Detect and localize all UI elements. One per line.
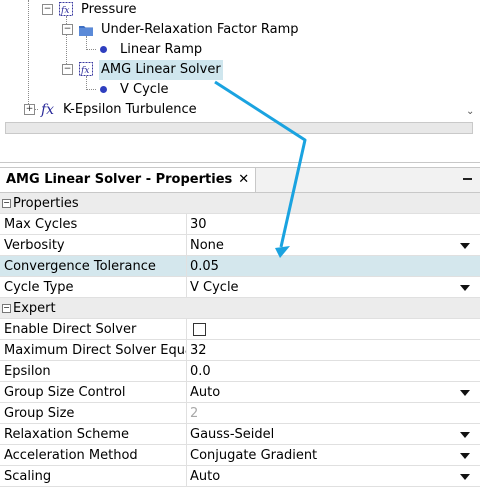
dropdown-arrow-icon[interactable]: [460, 285, 470, 291]
property-row-relaxation-scheme[interactable]: Relaxation Scheme Gauss-Seidel: [0, 424, 480, 445]
svg-text:fx: fx: [60, 6, 69, 16]
column-divider: [186, 319, 187, 340]
enable-direct-solver-checkbox[interactable]: [193, 323, 206, 336]
column-divider: [186, 256, 187, 277]
column-divider: [186, 466, 187, 487]
folder-icon: [79, 26, 93, 36]
column-divider: [186, 424, 187, 445]
tree-node-k-epsilon-turbulence[interactable]: + fx K-Epsilon Turbulence: [0, 100, 300, 120]
tree-node-label: V Cycle: [120, 82, 169, 97]
collapse-icon[interactable]: −: [42, 4, 53, 15]
property-row-enable-direct-solver[interactable]: Enable Direct Solver: [0, 319, 480, 340]
scrollbar-thumb[interactable]: [5, 122, 473, 134]
property-value-field: 2: [190, 406, 199, 421]
property-name: Verbosity: [4, 238, 65, 253]
property-value-select[interactable]: Auto: [190, 466, 220, 487]
dropdown-arrow-icon[interactable]: [460, 390, 470, 396]
close-icon[interactable]: ✕: [238, 172, 249, 187]
dropdown-arrow-icon[interactable]: [460, 453, 470, 459]
dropdown-arrow-icon[interactable]: [460, 474, 470, 480]
tree-content: − fx Pressure − Under-Relaxation Factor …: [0, 0, 462, 120]
minimize-icon[interactable]: [463, 178, 472, 180]
property-row-maximum-direct-solver-equations[interactable]: Maximum Direct Solver Equations32: [0, 340, 480, 361]
svg-text:fx: fx: [80, 66, 89, 76]
properties-tab-bar: AMG Linear Solver - Properties ✕: [0, 168, 480, 193]
tree-node-v-cycle[interactable]: V Cycle: [0, 80, 250, 100]
property-value-select[interactable]: Auto: [190, 382, 220, 403]
dropdown-arrow-icon[interactable]: [460, 432, 470, 438]
property-row-convergence-tolerance[interactable]: Convergence Tolerance 0.05: [0, 256, 480, 277]
property-row-verbosity[interactable]: Verbosity None: [0, 235, 480, 256]
bullet-icon: [100, 86, 107, 93]
property-name: Max Cycles: [4, 217, 78, 232]
property-row-max-cycles[interactable]: Max Cycles 30: [0, 214, 480, 235]
column-divider: [186, 235, 187, 256]
collapse-icon[interactable]: −: [62, 24, 73, 35]
collapse-icon[interactable]: −: [62, 64, 73, 75]
section-header-properties[interactable]: − Properties: [0, 193, 480, 214]
property-value-field[interactable]: 0.05: [190, 256, 219, 277]
property-row-group-size[interactable]: Group Size 2: [0, 403, 480, 424]
property-name: Cycle Type: [4, 280, 74, 295]
dropdown-arrow-icon[interactable]: [460, 243, 470, 249]
property-name: Scaling: [4, 469, 52, 484]
collapse-icon[interactable]: −: [2, 199, 11, 208]
tree-node-amg-linear-solver[interactable]: − fx AMG Linear Solver: [0, 60, 250, 80]
section-title: Properties: [13, 196, 79, 211]
property-value-select[interactable]: Gauss-Seidel: [190, 424, 274, 445]
property-row-epsilon[interactable]: Epsilon 0.0: [0, 361, 480, 382]
tree-vertical-scrollbar[interactable]: ⌄: [462, 0, 480, 120]
tree-horizontal-scrollbar[interactable]: [2, 120, 476, 134]
property-row-cycle-type[interactable]: Cycle Type V Cycle: [0, 277, 480, 298]
fx-icon: fx: [59, 2, 73, 16]
tree-node-label: Linear Ramp: [120, 42, 203, 57]
property-value-field[interactable]: 0.0: [190, 361, 211, 382]
section-title: Expert: [13, 301, 56, 316]
property-row-group-size-control[interactable]: Group Size Control Auto: [0, 382, 480, 403]
property-name: Enable Direct Solver: [4, 322, 137, 337]
property-name: Maximum Direct Solver Equations: [4, 343, 187, 358]
property-value-field[interactable]: 32: [190, 340, 207, 361]
property-value-select[interactable]: V Cycle: [190, 277, 239, 298]
tree-node-label: K-Epsilon Turbulence: [63, 102, 197, 117]
tree-node-under-relaxation-factor-ramp[interactable]: − Under-Relaxation Factor Ramp: [0, 20, 320, 40]
column-divider: [186, 277, 187, 298]
property-row-scaling[interactable]: Scaling Auto: [0, 466, 480, 487]
column-divider: [186, 214, 187, 235]
section-header-expert[interactable]: − Expert: [0, 298, 480, 319]
property-name: Convergence Tolerance: [4, 259, 156, 274]
property-value-select[interactable]: None: [190, 235, 224, 256]
column-divider: [186, 382, 187, 403]
bullet-icon: [100, 46, 107, 53]
tree-node-pressure[interactable]: − fx Pressure: [0, 0, 300, 20]
property-name: Acceleration Method: [4, 448, 138, 463]
property-name: Relaxation Scheme: [4, 427, 130, 442]
column-divider: [186, 403, 187, 424]
tree-node-label-selected: AMG Linear Solver: [99, 60, 223, 80]
tree-node-label: Under-Relaxation Factor Ramp: [101, 22, 299, 37]
column-divider: [186, 361, 187, 382]
property-name: Epsilon: [4, 364, 51, 379]
simulation-tree-panel: − fx Pressure − Under-Relaxation Factor …: [0, 0, 480, 163]
property-row-acceleration-method[interactable]: Acceleration Method Conjugate Gradient: [0, 445, 480, 466]
column-divider: [186, 445, 187, 466]
property-value-select[interactable]: Conjugate Gradient: [190, 445, 317, 466]
scroll-down-icon[interactable]: ⌄: [466, 106, 474, 117]
column-divider: [186, 340, 187, 361]
property-name: Group Size Control: [4, 385, 126, 400]
collapse-icon[interactable]: −: [2, 304, 11, 313]
tree-node-linear-ramp[interactable]: Linear Ramp: [0, 40, 250, 60]
tab-label: AMG Linear Solver - Properties: [6, 172, 233, 187]
expand-icon[interactable]: +: [24, 104, 35, 115]
properties-view: AMG Linear Solver - Properties ✕ − Propert…: [0, 167, 480, 495]
tab-amg-linear-solver-properties[interactable]: AMG Linear Solver - Properties ✕: [0, 168, 257, 192]
tree-node-label: Pressure: [81, 2, 137, 17]
property-name: Group Size: [4, 406, 75, 421]
property-value-field[interactable]: 30: [190, 214, 207, 235]
fx-italic-icon: fx: [41, 102, 55, 118]
fx-icon: fx: [79, 62, 93, 76]
